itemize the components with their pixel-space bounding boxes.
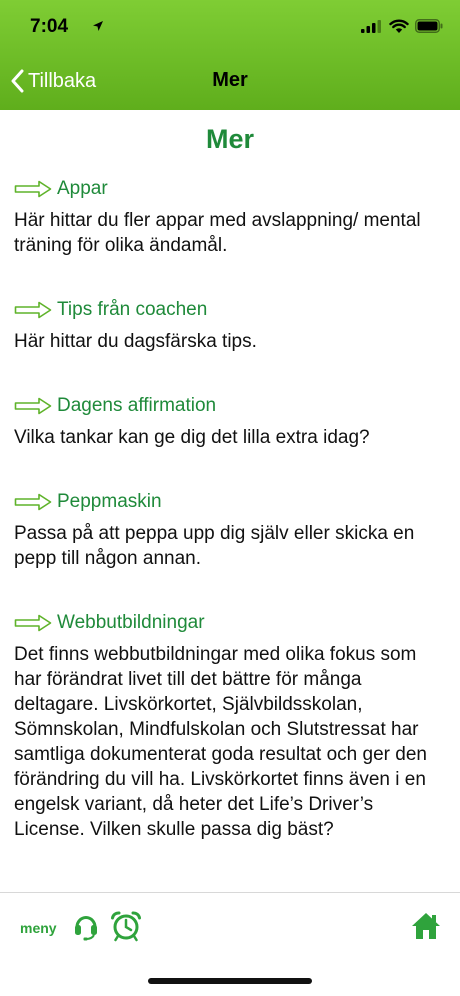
arrow-right-outline-icon	[14, 397, 52, 415]
page-title: Mer	[205, 124, 254, 154]
content-area[interactable]: Mer Appar Här hittar du fler appar med a…	[0, 110, 460, 892]
arrow-right-outline-icon	[14, 301, 52, 319]
section-title: Dagens affirmation	[57, 395, 217, 416]
section-body: Det finns webbutbildningar med olika fok…	[14, 644, 427, 840]
section-peppmaskin: Peppmaskin Passa på att peppa upp dig sj…	[0, 487, 460, 571]
status-time: 7:04	[30, 16, 69, 37]
bottom-tab-bar: meny	[0, 892, 460, 962]
arrow-right-outline-icon	[14, 493, 52, 511]
top-bar: 7:04 Tillbaka Mer	[0, 0, 460, 110]
section-link-appar[interactable]: Appar	[14, 174, 446, 204]
menu-button[interactable]: meny	[20, 920, 57, 936]
section-webbutbildningar: Webbutbildningar Det finns webbutbildnin…	[0, 608, 460, 842]
section-title: Peppmaskin	[57, 491, 162, 512]
section-appar: Appar Här hittar du fler appar med avsla…	[0, 174, 460, 258]
section-link-peppmaskin[interactable]: Peppmaskin	[14, 487, 446, 517]
section-tips: Tips från coachen Här hittar du dagsfärs…	[0, 295, 460, 354]
section-title: Appar	[57, 178, 108, 199]
home-icon[interactable]	[411, 911, 441, 946]
arrow-right-outline-icon	[14, 614, 52, 632]
headset-icon[interactable]	[72, 911, 100, 946]
section-link-tips[interactable]: Tips från coachen	[14, 295, 446, 325]
section-title: Webbutbildningar	[57, 612, 205, 633]
section-body: Här hittar du fler appar med avslappning…	[14, 210, 421, 256]
section-body: Vilka tankar kan ge dig det lilla extra …	[14, 427, 370, 448]
arrow-right-outline-icon	[14, 180, 52, 198]
section-title: Tips från coachen	[57, 299, 208, 320]
signal-icon	[361, 20, 381, 38]
home-indicator	[148, 978, 312, 984]
location-arrow-icon	[92, 19, 104, 37]
section-link-webbutbildningar[interactable]: Webbutbildningar	[14, 608, 446, 638]
wifi-icon	[389, 19, 409, 39]
section-link-affirmation[interactable]: Dagens affirmation	[14, 391, 446, 421]
section-affirmation: Dagens affirmation Vilka tankar kan ge d…	[0, 391, 460, 450]
navigation-bar: Tillbaka Mer	[0, 56, 460, 106]
battery-icon	[415, 19, 443, 38]
alarm-clock-icon[interactable]	[110, 910, 142, 947]
nav-title: Mer	[212, 69, 248, 91]
status-bar: 7:04	[0, 0, 460, 56]
section-body: Här hittar du dagsfärska tips.	[14, 331, 257, 352]
section-body: Passa på att peppa upp dig själv eller s…	[14, 523, 415, 569]
